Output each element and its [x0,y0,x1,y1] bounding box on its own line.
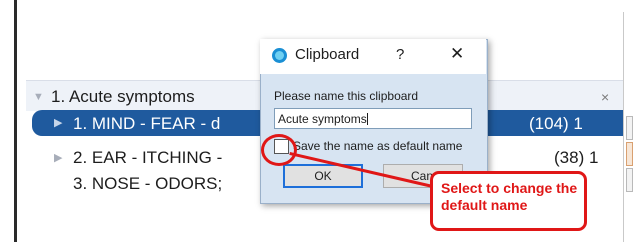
app-icon [272,48,287,63]
side-marker [626,168,633,192]
close-icon[interactable]: × [601,89,609,105]
help-icon[interactable]: ? [396,46,404,63]
rubric-count: (38) 1 [554,148,599,167]
expand-triangle-icon[interactable]: ▶ [54,151,62,164]
highlight-circle [261,134,297,166]
collapse-triangle-icon[interactable]: ▼ [33,91,44,103]
rubric-label[interactable]: 3. NOSE - ODORS; [73,174,222,194]
dialog-prompt: Please name this clipboard [274,89,419,103]
rubric-count: (104) 1 [529,114,583,133]
input-value: Acute symptoms [278,112,367,126]
side-marker [626,142,633,166]
rubric-label[interactable]: 1. MIND - FEAR - d [73,114,220,134]
rubric-label[interactable]: 2. EAR - ITCHING - [73,148,222,168]
default-name-checkbox-label[interactable]: Save the name as default name [293,139,462,153]
clipboard-title: 1. Acute symptoms [51,87,195,106]
close-icon[interactable]: ✕ [450,44,464,64]
window-edge [14,0,17,242]
text-cursor [366,113,368,125]
side-marker [626,116,633,140]
dialog-title: Clipboard [295,46,360,63]
expand-triangle-icon[interactable]: ▶ [54,116,62,129]
clipboard-name-input[interactable]: Acute symptoms [274,108,472,129]
callout-text: Select to change the default name [441,180,578,213]
